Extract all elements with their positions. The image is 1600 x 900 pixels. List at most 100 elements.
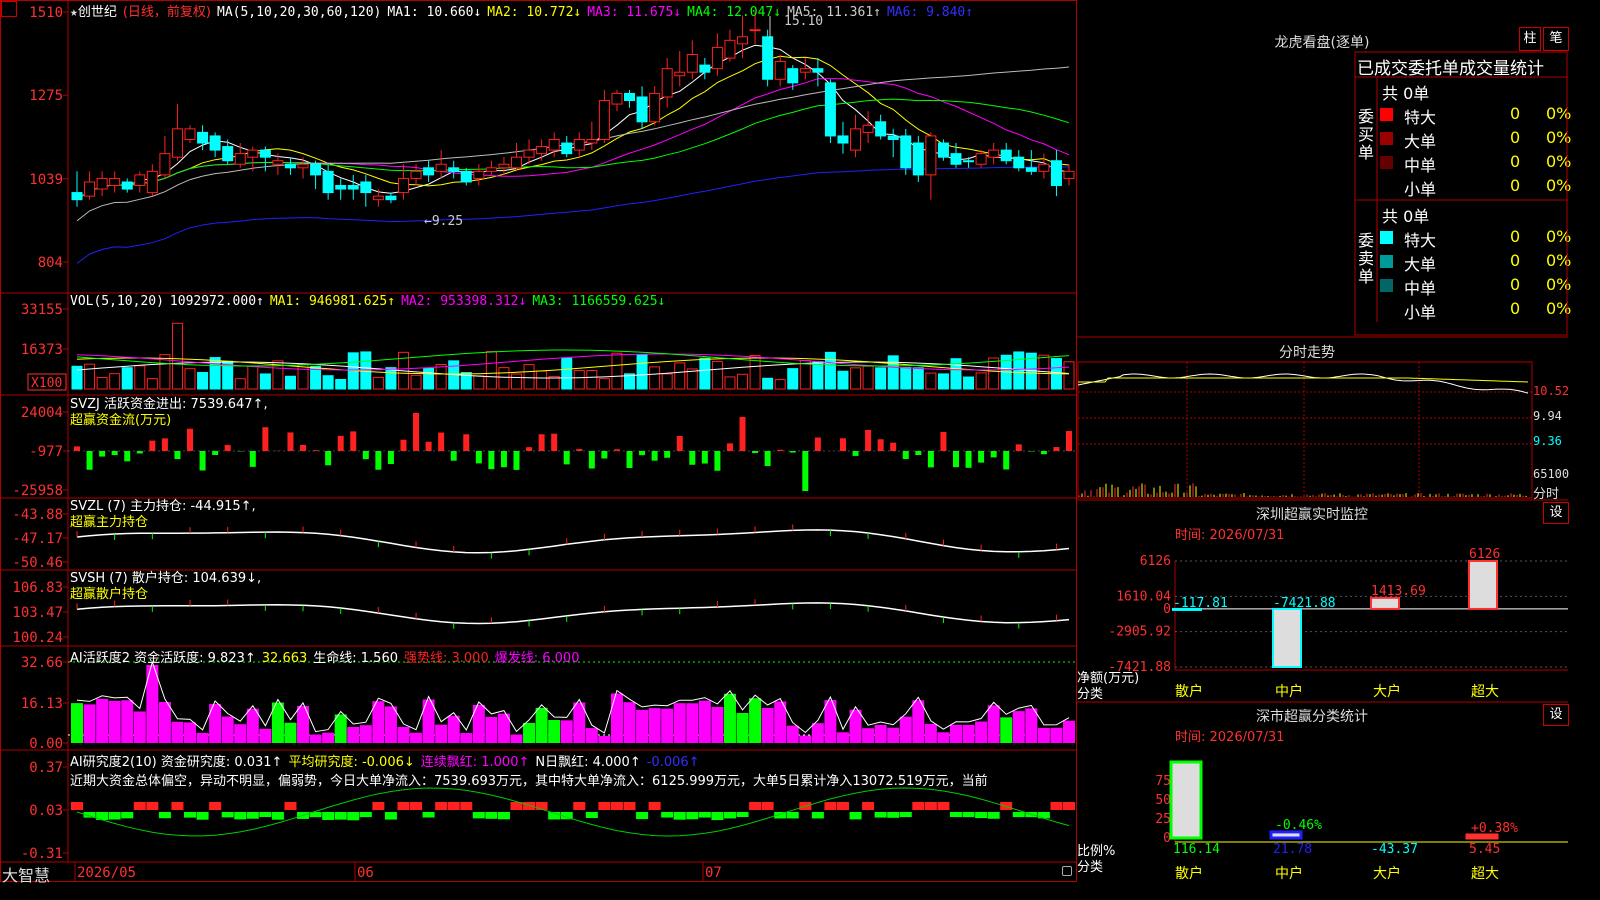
vol-header: VOL(5,10,20) 1092972.000↑ MA1: 946981.625↑…	[70, 294, 671, 309]
volume-bar	[109, 373, 121, 390]
candle	[96, 177, 108, 190]
fund-flow-bar	[312, 450, 319, 451]
activity-bar	[761, 707, 774, 743]
class-ytick: 75	[1155, 774, 1171, 789]
research-bar	[1050, 802, 1063, 810]
research-bar	[824, 802, 837, 810]
ma3-line	[76, 78, 1070, 201]
svzj-title: SVZJ 活跃资金进出: 7539.647↑,	[70, 397, 268, 412]
svzl-ytick: -47.17	[12, 531, 63, 547]
svsh-ytick: 100.24	[12, 630, 63, 646]
fund-flow-bar	[601, 451, 608, 459]
monitor-ytick: -7421.88	[1108, 660, 1171, 675]
monitor-bar	[1370, 596, 1400, 610]
activity-bar	[447, 715, 460, 743]
research-bar	[71, 802, 83, 810]
research-bar	[133, 802, 146, 810]
fund-flow-bar	[965, 451, 972, 468]
candle	[824, 82, 836, 137]
period-label[interactable]: (日线，前复权)	[123, 5, 211, 20]
volume-bar	[649, 366, 661, 390]
fund-flow-bar	[839, 438, 846, 451]
ai2-ytick: 0.37	[29, 760, 63, 776]
vol-unit-label: X100	[31, 376, 62, 391]
square-menu-icon[interactable]	[1, 1, 17, 17]
activity-bar	[121, 700, 134, 743]
price-ytick: 1039	[29, 172, 63, 188]
candle	[385, 195, 397, 201]
activity-bar	[1012, 711, 1025, 743]
star-icon: ★	[70, 5, 78, 20]
candle	[209, 135, 221, 151]
candle	[561, 142, 573, 155]
fund-flow-bar	[262, 427, 269, 451]
candle	[460, 170, 472, 183]
stock-name[interactable]: 创世纪	[78, 5, 117, 20]
volume-bar	[197, 371, 209, 390]
research-bar	[347, 812, 360, 821]
volume-bar	[711, 360, 723, 390]
activity-bar	[949, 724, 962, 743]
lock-icon[interactable]	[1062, 866, 1072, 876]
fund-flow-bar	[701, 451, 708, 464]
candle	[963, 160, 975, 163]
fund-flow-bar	[613, 449, 620, 451]
vol-ma2: MA2: 953398.312↓	[401, 294, 527, 309]
fund-flow-bar	[764, 451, 771, 467]
activity-bar	[397, 726, 410, 743]
fund-flow-bar	[852, 451, 859, 456]
candle	[900, 135, 912, 169]
activity-bar	[862, 728, 875, 743]
activity-bar	[887, 727, 900, 743]
volume-bar	[473, 375, 485, 390]
research-bar	[359, 812, 372, 818]
high-price-mark: 15.10	[784, 14, 824, 29]
candle	[674, 71, 686, 77]
activity-bar	[636, 709, 649, 743]
volume-bar	[699, 357, 711, 390]
research-bar	[836, 802, 849, 810]
price-ytick: 1510	[29, 5, 63, 21]
research-bar	[1012, 812, 1025, 818]
candle	[975, 153, 987, 165]
candle	[988, 149, 1000, 158]
candle	[711, 46, 723, 70]
fund-flow-bar	[450, 451, 457, 461]
monitor-category: 中户	[1275, 683, 1303, 700]
activity-bar	[133, 711, 146, 743]
ai2-ytick: -0.31	[21, 846, 63, 862]
fund-flow-bar	[1015, 444, 1022, 451]
research-bar	[234, 812, 247, 820]
candle	[875, 121, 887, 137]
activity-bar	[874, 724, 887, 743]
activity-bar	[83, 704, 96, 743]
candle	[749, 29, 761, 32]
candle	[1038, 163, 1050, 172]
vol-title: VOL(5,10,20)	[70, 294, 164, 309]
ma1-value: MA1: 10.660↓	[387, 5, 482, 20]
fund-flow-bar	[500, 451, 507, 468]
monitor-category: 大户	[1373, 683, 1401, 700]
candle	[598, 100, 610, 140]
activity-bar	[372, 701, 385, 743]
fund-flow-bar	[551, 433, 558, 451]
ai2-last: -0.006↑	[646, 755, 700, 770]
activity-bar	[924, 723, 937, 743]
research-bar	[623, 802, 636, 810]
ai2-ytick: 0.03	[29, 803, 63, 819]
candle	[222, 146, 234, 162]
candle	[950, 153, 962, 165]
ma1-line	[76, 44, 1070, 201]
volume-bar	[799, 360, 811, 390]
right-charts: 61261610.040-2905.92-7421.88-117.81 -7421…	[1077, 51, 1568, 882]
stock-chart-area[interactable]: 1510 1275 1039 804 33155 16373 X100 24004 -977 -2…	[0, 0, 1077, 882]
fund-flow-bar	[714, 451, 721, 471]
fund-flow-bar	[161, 438, 168, 451]
candle	[360, 181, 372, 194]
svsh-ytick: 103.47	[12, 605, 63, 621]
fund-flow-bar	[463, 434, 470, 451]
candle	[737, 36, 749, 45]
volume-bar	[372, 376, 384, 390]
research-bar	[146, 802, 159, 810]
research-bar	[749, 802, 762, 810]
